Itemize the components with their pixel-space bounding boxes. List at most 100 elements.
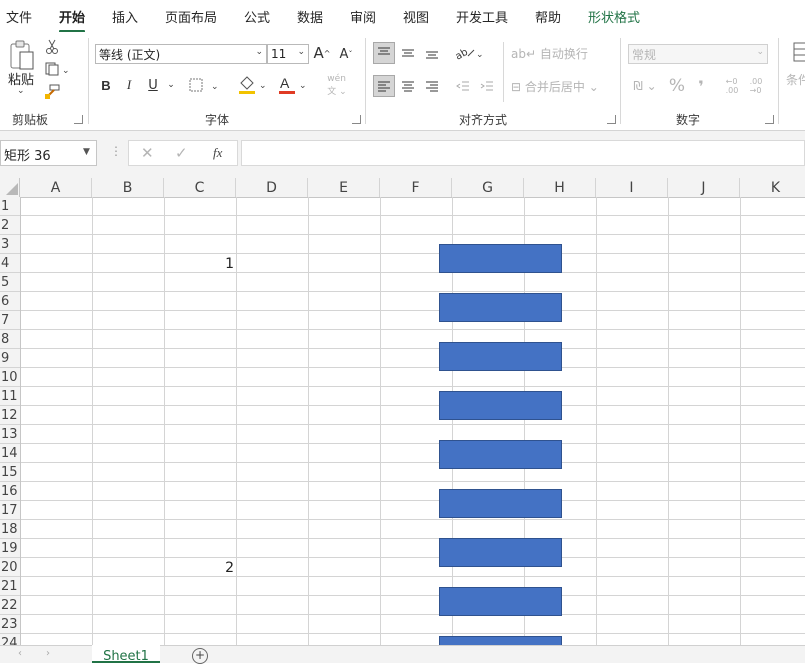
row-header-18[interactable]: 18	[0, 520, 20, 539]
rectangle-shape[interactable]	[439, 538, 562, 567]
row-header-12[interactable]: 12	[0, 406, 20, 425]
column-header-h[interactable]: H	[524, 178, 596, 197]
conditional-format-button[interactable]: 条件	[786, 71, 805, 88]
font-name-select[interactable]: 等线 (正文) ⌄	[95, 44, 267, 64]
scroll-right-icon[interactable]: ›	[46, 648, 50, 659]
cancel-icon[interactable]: ✕	[141, 144, 154, 162]
select-all-button[interactable]	[0, 178, 20, 197]
align-bottom-icon[interactable]	[421, 42, 443, 64]
formula-input[interactable]	[241, 140, 805, 166]
conditional-format-icon[interactable]	[790, 40, 805, 64]
font-size-select[interactable]: 11 ⌄	[267, 44, 309, 64]
column-header-g[interactable]: G	[452, 178, 524, 197]
decrease-decimal-icon[interactable]: .00 →0	[746, 75, 766, 97]
drag-handle-icon[interactable]: ⋮	[110, 144, 122, 158]
rectangle-shape[interactable]	[439, 489, 562, 518]
column-header-b[interactable]: B	[92, 178, 164, 197]
chevron-down-icon[interactable]: ▼	[83, 147, 90, 157]
row-header-6[interactable]: 6	[0, 292, 20, 311]
column-header-c[interactable]: C	[164, 178, 236, 197]
tab-shape-format[interactable]: 形状格式	[588, 7, 640, 26]
font-color-icon[interactable]: A ⌄	[276, 74, 310, 96]
rectangle-shape[interactable]	[439, 244, 562, 273]
column-header-d[interactable]: D	[236, 178, 308, 197]
scroll-left-icon[interactable]: ‹	[18, 648, 22, 659]
clipboard-launcher-icon[interactable]	[74, 115, 83, 124]
tab-help[interactable]: 帮助	[535, 7, 561, 26]
rectangle-shape[interactable]	[439, 636, 562, 645]
italic-button[interactable]: I	[122, 76, 136, 94]
name-box[interactable]: 矩形 36 ▼	[0, 140, 97, 166]
row-header-16[interactable]: 16	[0, 482, 20, 501]
fill-color-icon[interactable]: ⌄	[236, 74, 270, 96]
underline-dropdown-icon[interactable]: ⌄	[166, 76, 176, 94]
row-header-13[interactable]: 13	[0, 425, 20, 444]
row-header-20[interactable]: 20	[0, 558, 20, 577]
column-header-k[interactable]: K	[740, 178, 805, 197]
tab-file[interactable]: 文件	[6, 7, 32, 26]
tab-data[interactable]: 数据	[297, 7, 323, 26]
number-format-select[interactable]: 常规 ⌄	[628, 44, 768, 64]
cut-icon[interactable]	[43, 38, 61, 56]
row-header-4[interactable]: 4	[0, 254, 20, 273]
rectangle-shape[interactable]	[439, 440, 562, 469]
tab-view[interactable]: 视图	[403, 7, 429, 26]
row-header-5[interactable]: 5	[0, 273, 20, 292]
underline-button[interactable]: U	[146, 76, 160, 94]
insert-function-button[interactable]: fx	[213, 145, 222, 161]
row-header-21[interactable]: 21	[0, 577, 20, 596]
decrease-font-icon[interactable]: Aˇ	[337, 44, 355, 64]
row-header-2[interactable]: 2	[0, 216, 20, 235]
paste-dropdown-icon[interactable]: ⌄	[17, 86, 25, 96]
phonetic-guide-icon[interactable]: wén 文 ⌄	[320, 74, 354, 97]
column-header-i[interactable]: I	[596, 178, 668, 197]
row-header-7[interactable]: 7	[0, 311, 20, 330]
column-header-j[interactable]: J	[668, 178, 740, 197]
bold-button[interactable]: B	[99, 76, 113, 94]
row-header-22[interactable]: 22	[0, 596, 20, 615]
align-middle-icon[interactable]	[397, 42, 419, 64]
align-center-icon[interactable]	[397, 75, 419, 97]
align-top-icon[interactable]	[373, 42, 395, 64]
decrease-indent-icon[interactable]	[453, 75, 473, 97]
rectangle-shape[interactable]	[439, 293, 562, 322]
alignment-launcher-icon[interactable]	[607, 115, 616, 124]
wrap-text-button[interactable]: ab↵ 自动换行	[511, 45, 588, 62]
increase-decimal-icon[interactable]: ←0.00	[722, 75, 742, 97]
row-header-10[interactable]: 10	[0, 368, 20, 387]
column-header-a[interactable]: A	[20, 178, 92, 197]
column-header-f[interactable]: F	[380, 178, 452, 197]
row-header-11[interactable]: 11	[0, 387, 20, 406]
font-launcher-icon[interactable]	[352, 115, 361, 124]
align-left-icon[interactable]	[373, 75, 395, 97]
percent-style-button[interactable]: %	[667, 75, 687, 97]
worksheet-grid[interactable]: 1 2	[21, 197, 805, 645]
orientation-icon[interactable]: ab ⌄	[452, 42, 486, 64]
row-header-23[interactable]: 23	[0, 615, 20, 634]
row-header-19[interactable]: 19	[0, 539, 20, 558]
increase-indent-icon[interactable]	[477, 75, 497, 97]
enter-check-icon[interactable]: ✓	[175, 144, 188, 162]
format-painter-icon[interactable]	[43, 83, 61, 101]
cell-c20[interactable]: 2	[164, 560, 234, 576]
merge-center-button[interactable]: ⊟ 合并后居中 ⌄	[511, 78, 599, 95]
cell-c4[interactable]: 1	[164, 256, 234, 272]
row-header-3[interactable]: 3	[0, 235, 20, 254]
tab-home[interactable]: 开始	[59, 7, 86, 33]
rectangle-shape[interactable]	[439, 391, 562, 420]
borders-icon[interactable]: ⌄	[188, 76, 224, 94]
copy-icon[interactable]: ⌄	[42, 60, 74, 78]
align-right-icon[interactable]	[421, 75, 443, 97]
tab-formulas[interactable]: 公式	[244, 7, 270, 26]
row-header-14[interactable]: 14	[0, 444, 20, 463]
tab-review[interactable]: 审阅	[350, 7, 376, 26]
number-launcher-icon[interactable]	[765, 115, 774, 124]
row-header-9[interactable]: 9	[0, 349, 20, 368]
row-header-17[interactable]: 17	[0, 501, 20, 520]
tab-developer[interactable]: 开发工具	[456, 7, 508, 26]
tab-insert[interactable]: 插入	[112, 7, 138, 26]
increase-font-icon[interactable]: A ^	[313, 43, 331, 63]
rectangle-shape[interactable]	[439, 342, 562, 371]
rectangle-shape[interactable]	[439, 587, 562, 616]
column-header-e[interactable]: E	[308, 178, 380, 197]
